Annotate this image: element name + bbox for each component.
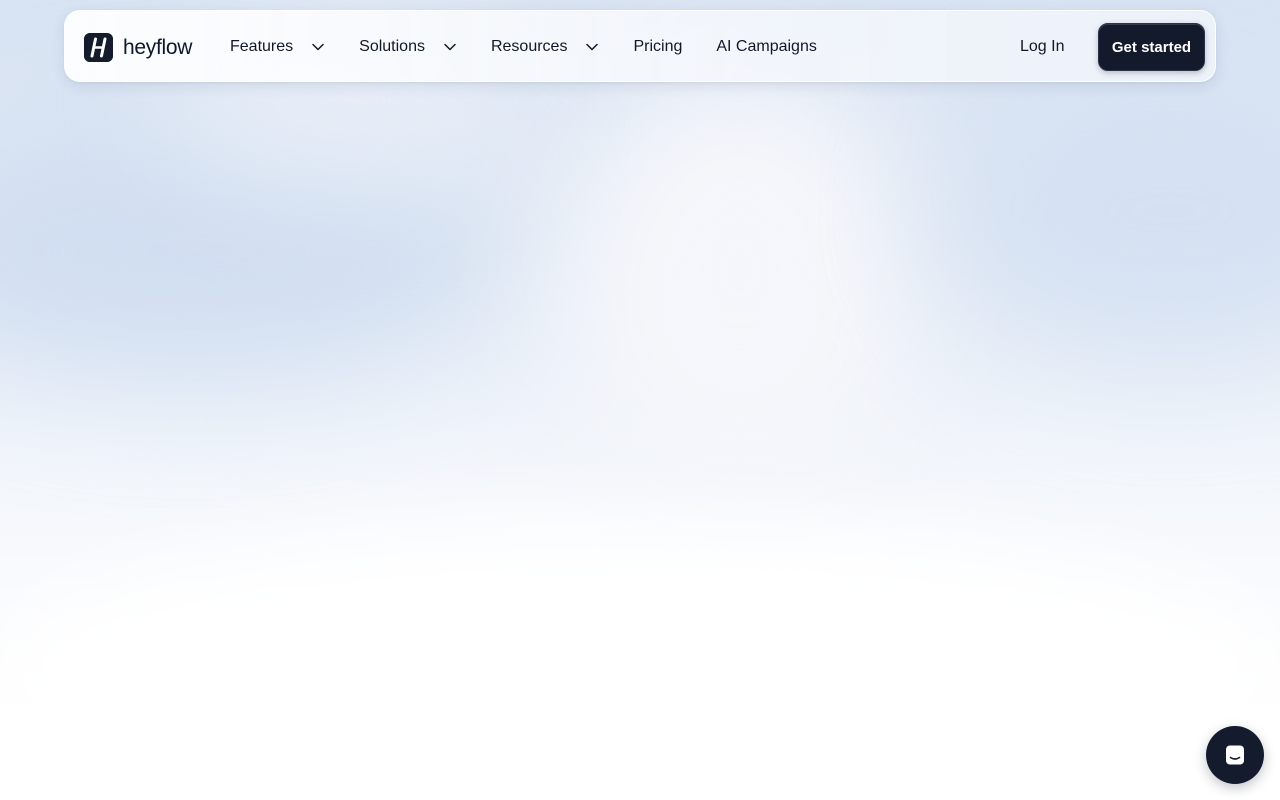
chevron-down-icon: [444, 43, 456, 51]
top-navigation-bar: heyflow Features Solutions Resources Pri…: [64, 10, 1216, 82]
nav-item-pricing[interactable]: Pricing: [633, 38, 682, 56]
chevron-down-icon: [586, 43, 599, 51]
background-glow: [940, 60, 1280, 360]
heyflow-logo-icon: [84, 32, 113, 62]
nav-item-ai-campaigns[interactable]: AI Campaigns: [716, 38, 817, 56]
login-link[interactable]: Log In: [1020, 11, 1064, 83]
background-glow: [560, 60, 920, 480]
chevron-down-icon: [312, 43, 324, 51]
nav-item-label: Pricing: [633, 38, 683, 55]
get-started-button[interactable]: Get started: [1098, 23, 1205, 71]
nav-item-label: Solutions: [359, 38, 425, 55]
background-glow: [0, 520, 1280, 800]
nav-item-features[interactable]: Features: [230, 38, 325, 56]
nav-item-solutions[interactable]: Solutions: [359, 38, 457, 56]
brand-name: heyflow: [123, 35, 193, 59]
brand-home-link[interactable]: heyflow: [84, 32, 192, 62]
hero-background: [0, 0, 1280, 800]
nav-item-label: Resources: [490, 38, 568, 55]
nav-item-resources[interactable]: Resources: [491, 38, 599, 56]
primary-nav: Features Solutions Resources Pricing AI …: [230, 11, 817, 83]
nav-item-label: AI Campaigns: [716, 38, 817, 55]
nav-item-label: Features: [230, 38, 294, 55]
chat-launcher-button[interactable]: [1206, 726, 1264, 784]
chat-icon: [1226, 745, 1244, 765]
